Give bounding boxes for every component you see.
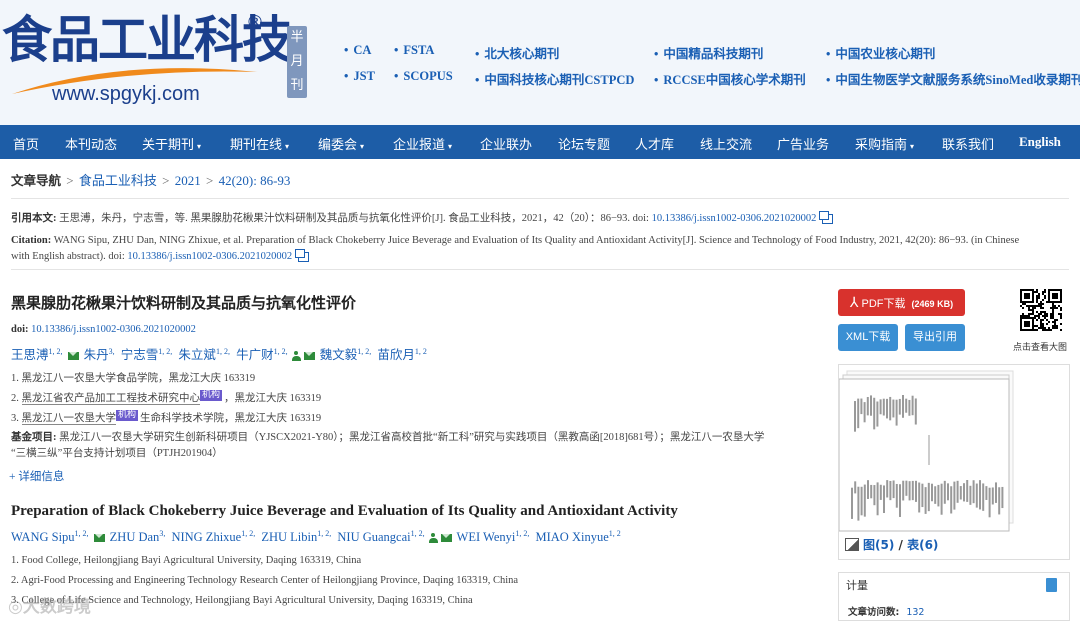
email-icon[interactable] — [67, 352, 79, 361]
half-monthly-badge: 半月刊 — [287, 26, 307, 98]
qr-code-icon[interactable] — [1020, 289, 1062, 331]
affiliation-en: 2. Agri-Food Processing and Engineering … — [11, 575, 519, 586]
article-visits: 文章访问数: 132 — [848, 607, 925, 618]
citation-cn-doi[interactable]: 10.13386/j.issn1002-0306.2021020002 — [652, 213, 817, 224]
breadcrumb-year[interactable]: 2021 — [175, 173, 201, 188]
institution-tag[interactable]: 机构 — [200, 390, 223, 401]
author-link[interactable]: 王思溥 — [11, 348, 49, 362]
article-title-cn: 黑果腺肋花楸果汁饮料研制及其品质与抗氧化性评价 — [11, 294, 357, 312]
pdf-download-button[interactable]: ⅄ PDF下载 (2469 KB) — [838, 289, 965, 316]
index-item[interactable]: 中国生物医学文献服务系统SinoMed收录期刊 — [826, 69, 1080, 88]
doi-link[interactable]: 10.13386/j.issn1002-0306.2021020002 — [31, 324, 196, 335]
breadcrumb-label: 文章导航 — [11, 173, 62, 188]
nav-item[interactable]: English — [1019, 134, 1061, 150]
citation-cn: 引用本文: 王思溥，朱丹，宁志雪，等. 黑果腺肋花楸果汁饮料研制及其品质与抗氧化… — [11, 210, 834, 228]
index-item[interactable]: RCCSE中国核心学术期刊 — [654, 69, 805, 88]
index-item[interactable]: 北大核心期刊 — [475, 43, 559, 62]
author-link[interactable]: NING Zhixue — [171, 530, 241, 544]
author-link[interactable]: MIAO Xinyue — [535, 530, 608, 544]
logo-url[interactable]: www.spgykj.com — [52, 83, 200, 106]
tables-link[interactable]: 表(6) — [907, 538, 938, 552]
affiliation-cn: 2. 黑龙江省农产品加工工程技术研究中心 机构 ，黑龙江大庆 163319 — [11, 390, 322, 405]
chevron-down-icon: ▾ — [285, 142, 290, 151]
breadcrumb-journal[interactable]: 食品工业科技 — [79, 173, 157, 188]
author-link[interactable]: ZHU Dan — [110, 530, 160, 544]
nav-item[interactable]: 关于期刊 ▾ — [142, 134, 201, 153]
export-citation-button[interactable]: 导出引用 — [905, 324, 965, 351]
nav-item[interactable]: 企业联办 — [480, 134, 532, 153]
nav-item[interactable]: 线上交流 — [700, 134, 752, 153]
corresponding-author-icon — [428, 533, 438, 544]
index-item[interactable]: SCOPUS — [394, 69, 452, 84]
nav-item[interactable]: 首页 — [13, 134, 39, 153]
watermark: ◎大数跨境 — [8, 597, 91, 617]
index-item[interactable]: 中国科技核心期刊CSTPCD — [475, 69, 634, 88]
author-list-cn: 王思溥1, 2, 朱丹3, 宁志雪1, 2, 朱立斌1, 2, 牛广财1, 2,… — [11, 346, 427, 362]
main-nav: 首页 本刊动态 关于期刊 ▾ 期刊在线 ▾ 编委会 ▾ 企业报道 ▾ 企业联办 论坛专题 人才库 线上交流… — [0, 125, 1080, 159]
nav-item[interactable]: 广告业务 — [777, 134, 829, 153]
institution-link[interactable]: 黑龙江省农产品加工工程技术研究中心 — [21, 393, 200, 405]
nav-item[interactable]: 本刊动态 — [65, 134, 117, 153]
author-link[interactable]: 宁志雪 — [121, 348, 159, 362]
site-header: 食品工业科技 ® www.spgykj.com 半月刊 CAFSTA北大核心期刊… — [0, 0, 1080, 125]
chevron-down-icon: ▾ — [448, 142, 453, 151]
figure-thumbnail[interactable] — [838, 365, 1071, 535]
figure-preview-box[interactable] — [838, 364, 1070, 560]
affiliation-cn: 1. 黑龙江八一农垦大学食品学院，黑龙江大庆 163319 — [11, 373, 256, 384]
affiliation-en: 1. Food College, Heilongjiang Bayi Agric… — [11, 555, 362, 566]
institution-link[interactable]: 黑龙江八一农垦大学 — [21, 413, 116, 425]
breadcrumb-issue[interactable]: 42(20): 86-93 — [219, 173, 291, 188]
nav-item[interactable]: 联系我们 — [942, 134, 994, 153]
more-details-link[interactable]: + 详细信息 — [9, 468, 64, 484]
nav-item[interactable]: 企业报道 ▾ — [393, 134, 452, 153]
figures-tables-link[interactable]: 图(5) / 表(6) — [845, 536, 938, 553]
citation-en-doi[interactable]: 10.13386/j.issn1002-0306.2021020002 — [127, 251, 292, 262]
copy-icon[interactable] — [295, 248, 310, 262]
chevron-down-icon: ▾ — [360, 142, 365, 151]
nav-item[interactable]: 采购指南 ▾ — [855, 134, 914, 153]
chevron-down-icon: ▾ — [197, 142, 202, 151]
author-link[interactable]: WANG Sipu — [11, 530, 75, 544]
article-doi: doi: 10.13386/j.issn1002-0306.2021020002 — [11, 324, 196, 335]
qr-label[interactable]: 点击查看大图 — [1013, 340, 1067, 353]
author-link[interactable]: 朱丹 — [84, 348, 109, 362]
article-title-en: Preparation of Black Chokeberry Juice Be… — [11, 503, 678, 519]
nav-item[interactable]: 人才库 — [635, 134, 674, 153]
email-icon[interactable] — [440, 534, 452, 543]
pdf-icon: ⅄ — [849, 294, 859, 310]
citation-en-cont: with English abstract). doi: 10.13386/j.… — [11, 248, 310, 266]
nav-item[interactable]: 期刊在线 ▾ — [230, 134, 289, 153]
fund-info: 基金项目: 黑龙江八一农垦大学研究生创新科研项目（YJSCX2021-Y80）；… — [11, 432, 765, 459]
xml-download-button[interactable]: XML下载 — [838, 324, 898, 351]
author-link[interactable]: WEI Wenyi — [457, 530, 516, 544]
author-link[interactable]: ZHU Libin — [261, 530, 317, 544]
index-item[interactable]: CA — [344, 43, 371, 58]
nav-item[interactable]: 编委会 ▾ — [318, 134, 364, 153]
author-list-en: WANG Sipu1, 2, ZHU Dan3, NING Zhixue1, 2… — [11, 529, 621, 545]
author-link[interactable]: 苗欣月 — [377, 348, 415, 362]
author-link[interactable]: NIU Guangcai — [337, 530, 410, 544]
affiliation-cn: 3. 黑龙江八一农垦大学 机构 生命科学技术学院，黑龙江大庆 163319 — [11, 410, 322, 425]
document-icon[interactable] — [1046, 578, 1057, 592]
breadcrumb: 文章导航 > 食品工业科技 > 2021 > 42(20): 86-93 — [11, 173, 291, 188]
nav-item[interactable]: 论坛专题 — [558, 134, 610, 153]
figures-link[interactable]: 图(5) — [863, 538, 894, 552]
registered-mark: ® — [246, 12, 264, 33]
email-icon[interactable] — [303, 352, 315, 361]
index-item[interactable]: JST — [344, 69, 375, 84]
author-link[interactable]: 朱立斌 — [178, 348, 216, 362]
author-link[interactable]: 牛广财 — [236, 348, 274, 362]
metrics-title: 计量 — [846, 579, 868, 592]
institution-tag[interactable]: 机构 — [116, 410, 139, 421]
citation-box: 引用本文: 王思溥，朱丹，宁志雪，等. 黑果腺肋花楸果汁饮料研制及其品质与抗氧化… — [11, 198, 1069, 270]
image-icon — [845, 538, 859, 551]
author-link[interactable]: 魏文毅 — [320, 348, 358, 362]
chevron-down-icon: ▾ — [910, 142, 915, 151]
corresponding-author-icon — [291, 351, 301, 362]
index-item[interactable]: FSTA — [394, 43, 434, 58]
index-item[interactable]: 中国农业核心期刊 — [826, 43, 935, 62]
email-icon[interactable] — [93, 534, 105, 543]
index-item[interactable]: 中国精品科技期刊 — [654, 43, 763, 62]
copy-icon[interactable] — [819, 210, 834, 224]
